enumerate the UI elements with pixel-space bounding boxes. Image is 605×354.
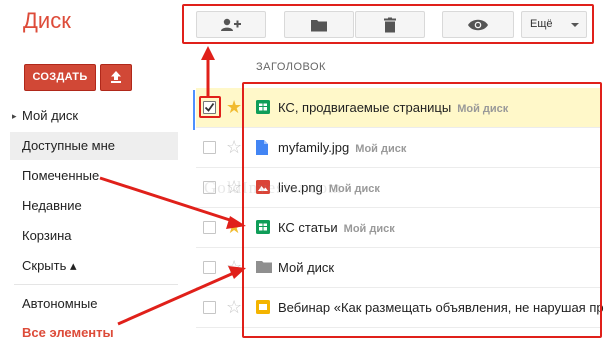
- row-checkbox[interactable]: [203, 141, 216, 154]
- row-checkbox[interactable]: [203, 301, 216, 314]
- annotation-highlight: [199, 96, 221, 118]
- preview-button[interactable]: [442, 11, 514, 38]
- annotation-highlight: [242, 82, 602, 338]
- sidebar-item-all-items[interactable]: Все элементы: [10, 319, 178, 347]
- sidebar-item-shared[interactable]: Доступные мне: [10, 132, 178, 160]
- more-label: Ещё: [530, 18, 553, 30]
- app-title: Диск: [23, 8, 71, 33]
- sidebar-item-my-drive[interactable]: Мой диск: [10, 102, 178, 130]
- star-icon[interactable]: ☆: [226, 137, 242, 157]
- star-icon[interactable]: ☆: [226, 297, 242, 317]
- toolbar: Ещё: [182, 4, 594, 44]
- star-icon[interactable]: ★: [226, 97, 242, 117]
- delete-icon: [384, 17, 396, 32]
- sidebar-item-starred[interactable]: Помеченные: [10, 162, 178, 190]
- star-icon[interactable]: ☆: [226, 257, 242, 277]
- upload-button[interactable]: [100, 64, 132, 91]
- row-checkbox[interactable]: [203, 221, 216, 234]
- sidebar-item-trash[interactable]: Корзина: [10, 222, 178, 250]
- move-button[interactable]: [284, 11, 354, 38]
- move-to-folder-icon: [311, 19, 327, 31]
- more-dropdown[interactable]: Ещё: [521, 11, 587, 38]
- share-icon: [221, 18, 241, 31]
- upload-icon: [111, 71, 121, 83]
- sidebar-item-recent[interactable]: Недавние: [10, 192, 178, 220]
- sidebar-divider: [14, 284, 178, 285]
- preview-eye-icon: [468, 19, 488, 30]
- row-checkbox[interactable]: [203, 261, 216, 274]
- watermark: GoldInvestor.com: [204, 178, 343, 197]
- selection-indicator: [193, 90, 195, 130]
- column-header-title[interactable]: ЗАГОЛОВОК: [256, 61, 326, 73]
- delete-button[interactable]: [355, 11, 425, 38]
- star-icon[interactable]: ★: [226, 217, 242, 237]
- create-button[interactable]: СОЗДАТЬ: [24, 64, 96, 91]
- chevron-down-icon: [571, 23, 579, 27]
- share-button[interactable]: [196, 11, 266, 38]
- sidebar-item-offline[interactable]: Автономные: [10, 290, 178, 318]
- sidebar-item-hide[interactable]: Скрыть ▴: [10, 252, 178, 280]
